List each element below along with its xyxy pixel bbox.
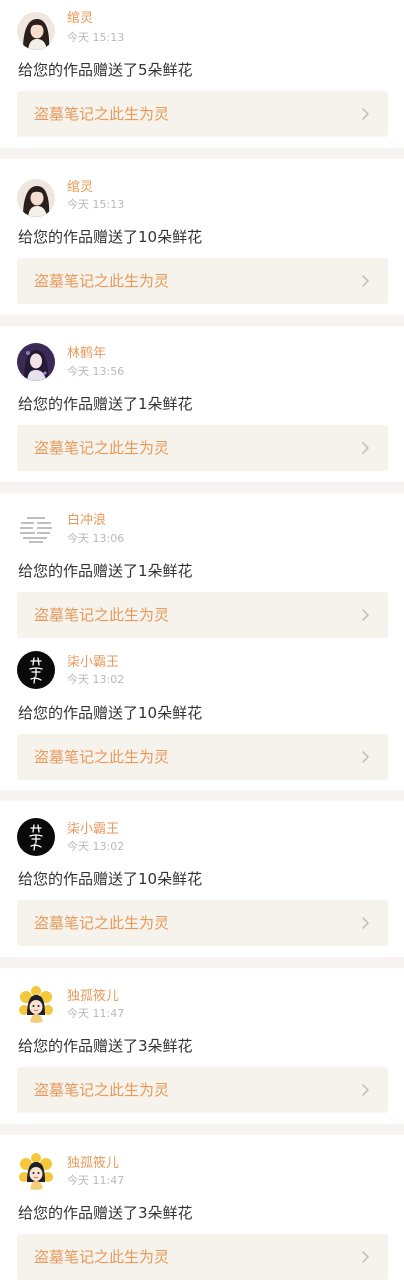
username[interactable]: 柒小霸王 (67, 655, 119, 671)
notification-message: 给您的作品赠送了10朵鲜花 (18, 228, 203, 246)
work-card[interactable]: 盗墓笔记之此生为灵 (17, 592, 388, 638)
timestamp: 今天 11:47 (67, 1174, 125, 1187)
notification-item[interactable]: 独孤筱儿 今天 11:47 给您的作品赠送了3朵鲜花 盗墓笔记之此生为灵 (0, 1135, 404, 1280)
chevron-right-icon (358, 750, 372, 764)
username[interactable]: 柒小霸王 (67, 822, 119, 838)
user-avatar[interactable] (17, 985, 55, 1023)
username[interactable]: 独孤筱儿 (67, 989, 119, 1005)
timestamp: 今天 15:13 (67, 31, 125, 44)
user-avatar[interactable] (17, 1152, 55, 1190)
timestamp: 今天 13:02 (67, 840, 125, 853)
notification-item[interactable]: 白冲浪 今天 13:06 给您的作品赠送了1朵鲜花 盗墓笔记之此生为灵 (0, 493, 404, 639)
work-title: 盗墓笔记之此生为灵 (34, 105, 170, 123)
chevron-right-icon (358, 1083, 372, 1097)
notification-message: 给您的作品赠送了5朵鲜花 (18, 61, 193, 79)
notification-item[interactable]: 绾灵 今天 15:13 给您的作品赠送了10朵鲜花 盗墓笔记之此生为灵 (0, 159, 404, 315)
work-card[interactable]: 盗墓笔记之此生为灵 (17, 734, 388, 780)
notification-message: 给您的作品赠送了1朵鲜花 (18, 562, 193, 580)
work-title: 盗墓笔记之此生为灵 (34, 1081, 170, 1099)
user-avatar[interactable] (17, 818, 55, 856)
notification-message: 给您的作品赠送了10朵鲜花 (18, 704, 203, 722)
work-title: 盗墓笔记之此生为灵 (34, 272, 170, 290)
work-title: 盗墓笔记之此生为灵 (34, 914, 170, 932)
notification-item[interactable]: 绾灵 今天 15:13 给您的作品赠送了5朵鲜花 盗墓笔记之此生为灵 (0, 0, 404, 148)
notification-item[interactable]: 林鹤年 今天 13:56 给您的作品赠送了1朵鲜花 盗墓笔记之此生为灵 (0, 326, 404, 482)
user-avatar[interactable] (17, 651, 55, 689)
timestamp: 今天 11:47 (67, 1007, 125, 1020)
work-card[interactable]: 盗墓笔记之此生为灵 (17, 1067, 388, 1113)
chevron-right-icon (358, 274, 372, 288)
user-avatar[interactable] (17, 343, 55, 381)
notification-item[interactable]: 独孤筱儿 今天 11:47 给您的作品赠送了3朵鲜花 盗墓笔记之此生为灵 (0, 968, 404, 1124)
chevron-right-icon (358, 608, 372, 622)
notification-item[interactable]: 柒小霸王 今天 13:02 给您的作品赠送了10朵鲜花 盗墓笔记之此生为灵 (0, 639, 404, 790)
work-title: 盗墓笔记之此生为灵 (34, 748, 170, 766)
notification-item[interactable]: 柒小霸王 今天 13:02 给您的作品赠送了10朵鲜花 盗墓笔记之此生为灵 (0, 801, 404, 957)
work-card[interactable]: 盗墓笔记之此生为灵 (17, 425, 388, 471)
work-title: 盗墓笔记之此生为灵 (34, 606, 170, 624)
username[interactable]: 绾灵 (67, 11, 93, 27)
timestamp: 今天 13:06 (67, 532, 125, 545)
timestamp: 今天 15:13 (67, 198, 125, 211)
user-avatar[interactable] (17, 510, 55, 548)
work-card[interactable]: 盗墓笔记之此生为灵 (17, 900, 388, 946)
work-title: 盗墓笔记之此生为灵 (34, 439, 170, 457)
username[interactable]: 白冲浪 (67, 513, 106, 529)
chevron-right-icon (358, 441, 372, 455)
username[interactable]: 林鹤年 (67, 346, 106, 362)
username[interactable]: 绾灵 (67, 180, 93, 196)
chevron-right-icon (358, 1250, 372, 1264)
username[interactable]: 独孤筱儿 (67, 1156, 119, 1172)
timestamp: 今天 13:02 (67, 673, 125, 686)
chevron-right-icon (358, 107, 372, 121)
work-card[interactable]: 盗墓笔记之此生为灵 (17, 258, 388, 304)
user-avatar[interactable] (17, 179, 55, 217)
notification-message: 给您的作品赠送了3朵鲜花 (18, 1204, 193, 1222)
work-title: 盗墓笔记之此生为灵 (34, 1248, 170, 1266)
work-card[interactable]: 盗墓笔记之此生为灵 (17, 91, 388, 137)
notification-message: 给您的作品赠送了1朵鲜花 (18, 395, 193, 413)
chevron-right-icon (358, 916, 372, 930)
notification-list: 绾灵 今天 15:13 给您的作品赠送了5朵鲜花 盗墓笔记之此生为灵 绾灵 今天… (0, 0, 404, 1280)
user-avatar[interactable] (17, 12, 55, 50)
work-card[interactable]: 盗墓笔记之此生为灵 (17, 1234, 388, 1280)
timestamp: 今天 13:56 (67, 365, 125, 378)
notification-message: 给您的作品赠送了10朵鲜花 (18, 870, 203, 888)
notification-message: 给您的作品赠送了3朵鲜花 (18, 1037, 193, 1055)
